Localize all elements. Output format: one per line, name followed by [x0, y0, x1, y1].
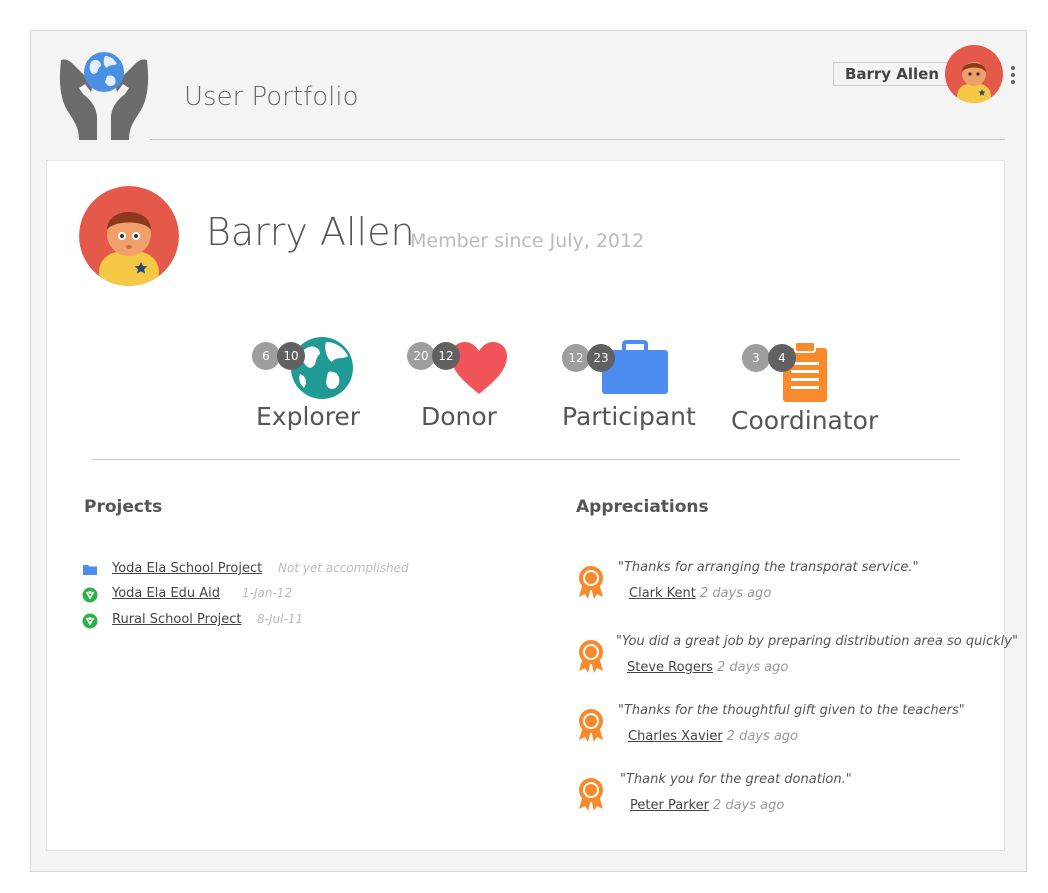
- badge-count-primary: 12: [562, 344, 590, 372]
- project-item: Yoda Ela Edu Aid 1-Jan-12: [82, 586, 502, 604]
- medal-icon: [579, 640, 603, 673]
- profile-avatar: [79, 186, 179, 286]
- appreciation-quote: "Thank you for the great donation.": [620, 772, 852, 787]
- badge-count-secondary: 10: [277, 342, 305, 370]
- project-date: 8-Jul-11: [257, 612, 304, 626]
- appreciation-item: "Thanks for arranging the transporat ser…: [576, 560, 996, 608]
- appreciation-byline: Clark Kent 2 days ago: [629, 586, 771, 601]
- medal-icon: [579, 709, 603, 742]
- appreciation-byline: Peter Parker 2 days ago: [630, 798, 784, 813]
- appreciation-byline: Charles Xavier 2 days ago: [628, 729, 798, 744]
- appreciation-quote: "You did a great job by preparing distri…: [616, 634, 1018, 649]
- badge-count-secondary: 4: [768, 344, 796, 372]
- appreciation-time: 2 days ago: [716, 660, 789, 675]
- profile-name: Barry Allen: [206, 210, 415, 254]
- project-date: 1-Jan-12: [242, 586, 293, 600]
- appreciation-quote: "Thanks for the thoughtful gift given to…: [618, 703, 965, 718]
- project-link[interactable]: Yoda Ela School Project: [112, 561, 262, 576]
- header-divider: [150, 139, 1005, 140]
- done-badge-icon: [82, 613, 98, 629]
- badge-count-primary: 20: [407, 342, 435, 370]
- badge-label: Donor: [421, 402, 497, 431]
- appreciation-item: "Thanks for the thoughtful gift given to…: [576, 703, 996, 751]
- medal-icon: [579, 566, 603, 599]
- appreciation-byline: Steve Rogers 2 days ago: [627, 660, 788, 675]
- appreciation-time: 2 days ago: [699, 586, 772, 601]
- appreciation-quote: "Thanks for arranging the transporat ser…: [618, 560, 919, 575]
- appreciation-author-link[interactable]: Steve Rogers: [627, 660, 713, 675]
- badge-count-primary: 3: [742, 344, 770, 372]
- appreciations-heading: Appreciations: [576, 497, 709, 517]
- user-menu-button[interactable]: Barry Allen: [833, 62, 951, 86]
- app-title: User Portfolio: [184, 82, 359, 112]
- project-link[interactable]: Rural School Project: [112, 612, 242, 627]
- badge-label: Explorer: [256, 402, 361, 431]
- badge-label: Participant: [562, 402, 696, 431]
- appreciation-item: "You did a great job by preparing distri…: [576, 634, 1018, 682]
- more-options-icon[interactable]: [1008, 64, 1018, 86]
- badge-count-primary: 6: [252, 342, 280, 370]
- appreciation-author-link[interactable]: Clark Kent: [629, 586, 696, 601]
- badge-donor[interactable]: 20 12 Donor: [407, 336, 517, 436]
- hands-globe-logo-icon: [59, 52, 149, 140]
- section-divider: [92, 459, 960, 460]
- appreciation-time: 2 days ago: [712, 798, 785, 813]
- badge-count-secondary: 23: [587, 344, 615, 372]
- appreciation-item: "Thank you for the great donation." Pete…: [576, 772, 996, 820]
- folder-icon: [83, 565, 97, 575]
- badge-participant[interactable]: 12 23 Participant: [562, 336, 702, 436]
- project-link[interactable]: Yoda Ela Edu Aid: [112, 586, 220, 601]
- appreciation-author-link[interactable]: Peter Parker: [630, 798, 709, 813]
- appreciation-time: 2 days ago: [726, 729, 799, 744]
- badge-coordinator[interactable]: 3 4 Coordinator: [731, 340, 881, 440]
- project-status: Not yet accomplished: [278, 561, 409, 575]
- badge-label: Coordinator: [731, 406, 879, 435]
- member-since: Member since July, 2012: [410, 230, 645, 252]
- appreciation-author-link[interactable]: Charles Xavier: [628, 729, 723, 744]
- project-item: Yoda Ela School Project Not yet accompli…: [82, 561, 502, 579]
- project-item: Rural School Project 8-Jul-11: [82, 612, 502, 630]
- user-avatar-small[interactable]: [944, 44, 1004, 104]
- done-badge-icon: [82, 587, 98, 603]
- projects-heading: Projects: [84, 497, 163, 517]
- medal-icon: [579, 778, 603, 811]
- badge-count-secondary: 12: [432, 342, 460, 370]
- badge-explorer[interactable]: 6 10 Explorer: [252, 336, 362, 436]
